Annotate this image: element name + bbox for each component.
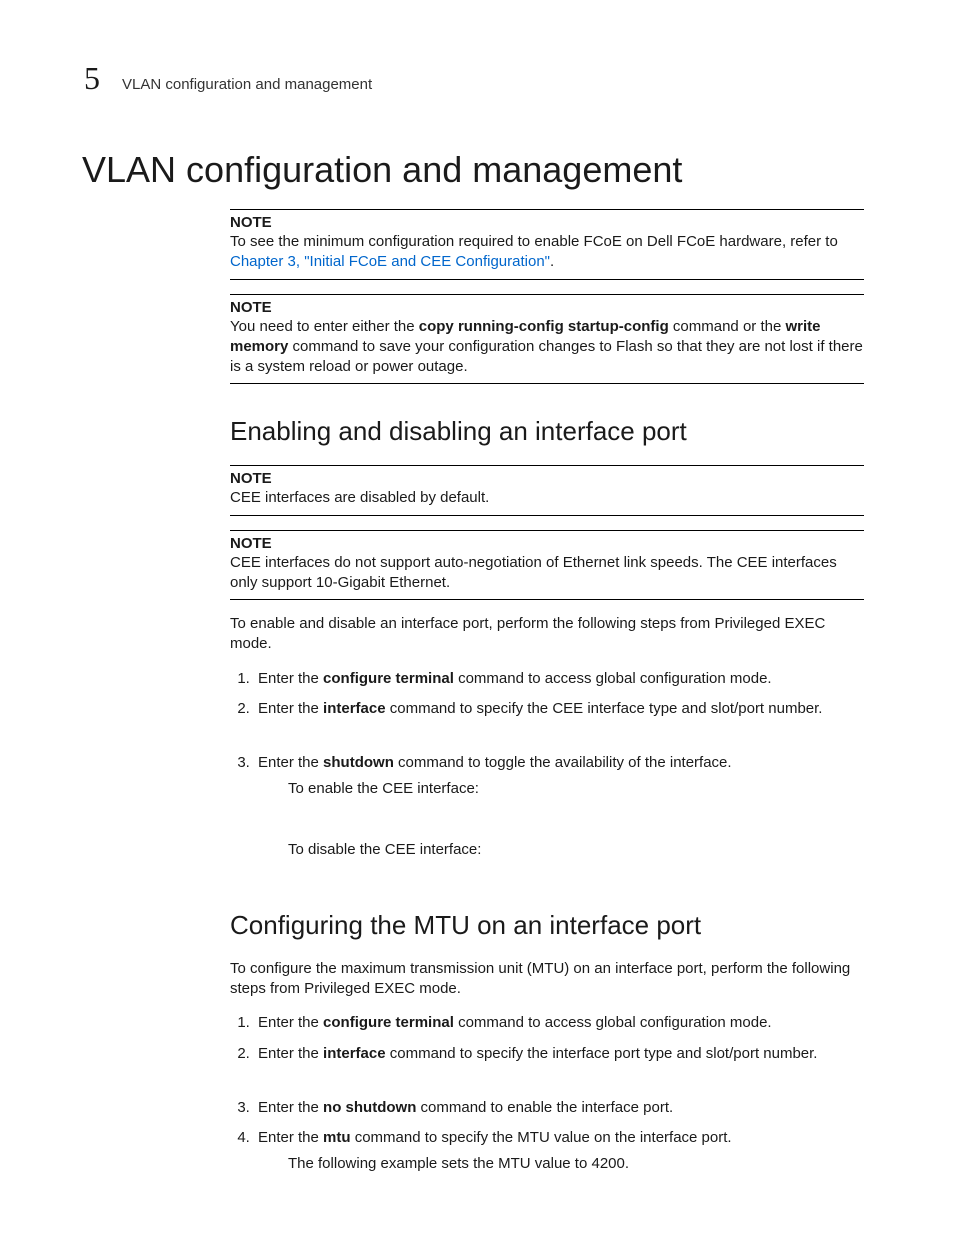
running-header: 5 VLAN configuration and management xyxy=(84,60,864,97)
section2-steps: Enter the configure terminal command to … xyxy=(230,1013,864,1174)
step-text: command to enable the interface port. xyxy=(416,1099,673,1116)
step: Enter the interface command to specify t… xyxy=(254,1044,864,1064)
note-text: You need to enter either the xyxy=(230,318,419,335)
note-block-3: NOTE CEE interfaces are disabled by defa… xyxy=(230,465,864,515)
note-text: command to save your configuration chang… xyxy=(230,338,863,375)
note-text: command or the xyxy=(669,318,786,335)
step-text: command to toggle the availability of th… xyxy=(394,754,732,771)
step-text: Enter the xyxy=(258,1099,323,1116)
command-shutdown: shutdown xyxy=(323,754,394,771)
note-label: NOTE xyxy=(230,214,864,231)
step: Enter the configure terminal command to … xyxy=(254,669,864,689)
step: Enter the no shutdown command to enable … xyxy=(254,1098,864,1118)
step-text: Enter the xyxy=(258,1014,323,1031)
section-title-enable-disable: Enabling and disabling an interface port xyxy=(230,416,864,447)
step-text: Enter the xyxy=(258,754,323,771)
link-chapter3[interactable]: Chapter 3, "Initial FCoE and CEE Configu… xyxy=(230,253,550,270)
step-text: Enter the xyxy=(258,1129,323,1146)
page-title: VLAN configuration and management xyxy=(82,149,864,191)
command-interface: interface xyxy=(323,1045,386,1062)
note-body: To see the minimum configuration require… xyxy=(230,232,864,273)
step-text: command to access global configuration m… xyxy=(454,670,772,687)
note-label: NOTE xyxy=(230,299,864,316)
step-text: command to specify the interface port ty… xyxy=(386,1045,818,1062)
step-text: command to specify the CEE interface typ… xyxy=(386,700,823,717)
step-text: command to specify the MTU value on the … xyxy=(351,1129,732,1146)
note-body: CEE interfaces are disabled by default. xyxy=(230,488,864,508)
chapter-number: 5 xyxy=(84,60,100,97)
note-block-2: NOTE You need to enter either the copy r… xyxy=(230,294,864,385)
note-block-1: NOTE To see the minimum configuration re… xyxy=(230,209,864,280)
section-title-mtu: Configuring the MTU on an interface port xyxy=(230,910,864,941)
section1-steps: Enter the configure terminal command to … xyxy=(230,669,864,860)
running-title: VLAN configuration and management xyxy=(122,76,372,93)
command-mtu: mtu xyxy=(323,1129,351,1146)
step-subtext-disable: To disable the CEE interface: xyxy=(288,840,864,860)
note-body: CEE interfaces do not support auto-negot… xyxy=(230,553,864,594)
command-configure-terminal: configure terminal xyxy=(323,670,454,687)
step: Enter the configure terminal command to … xyxy=(254,1013,864,1033)
step: Enter the shutdown command to toggle the… xyxy=(254,753,864,860)
command-no-shutdown: no shutdown xyxy=(323,1099,416,1116)
command-copy-running-config: copy running-config startup-config xyxy=(419,318,669,335)
note-text: . xyxy=(550,253,554,270)
note-text: To see the minimum configuration require… xyxy=(230,233,838,250)
step: Enter the interface command to specify t… xyxy=(254,699,864,719)
section1-intro: To enable and disable an interface port,… xyxy=(230,614,864,655)
step-text: Enter the xyxy=(258,670,323,687)
step-text: Enter the xyxy=(258,700,323,717)
note-block-4: NOTE CEE interfaces do not support auto-… xyxy=(230,530,864,601)
step: Enter the mtu command to specify the MTU… xyxy=(254,1128,864,1175)
step-subtext-enable: To enable the CEE interface: xyxy=(288,779,864,799)
note-label: NOTE xyxy=(230,535,864,552)
step-subtext-mtu4200: The following example sets the MTU value… xyxy=(288,1154,864,1174)
step-text: Enter the xyxy=(258,1045,323,1062)
command-configure-terminal: configure terminal xyxy=(323,1014,454,1031)
command-interface: interface xyxy=(323,700,386,717)
section2-intro: To configure the maximum transmission un… xyxy=(230,959,864,1000)
note-body: You need to enter either the copy runnin… xyxy=(230,317,864,378)
page: 5 VLAN configuration and management VLAN… xyxy=(0,0,954,1235)
step-text: command to access global configuration m… xyxy=(454,1014,772,1031)
note-label: NOTE xyxy=(230,470,864,487)
